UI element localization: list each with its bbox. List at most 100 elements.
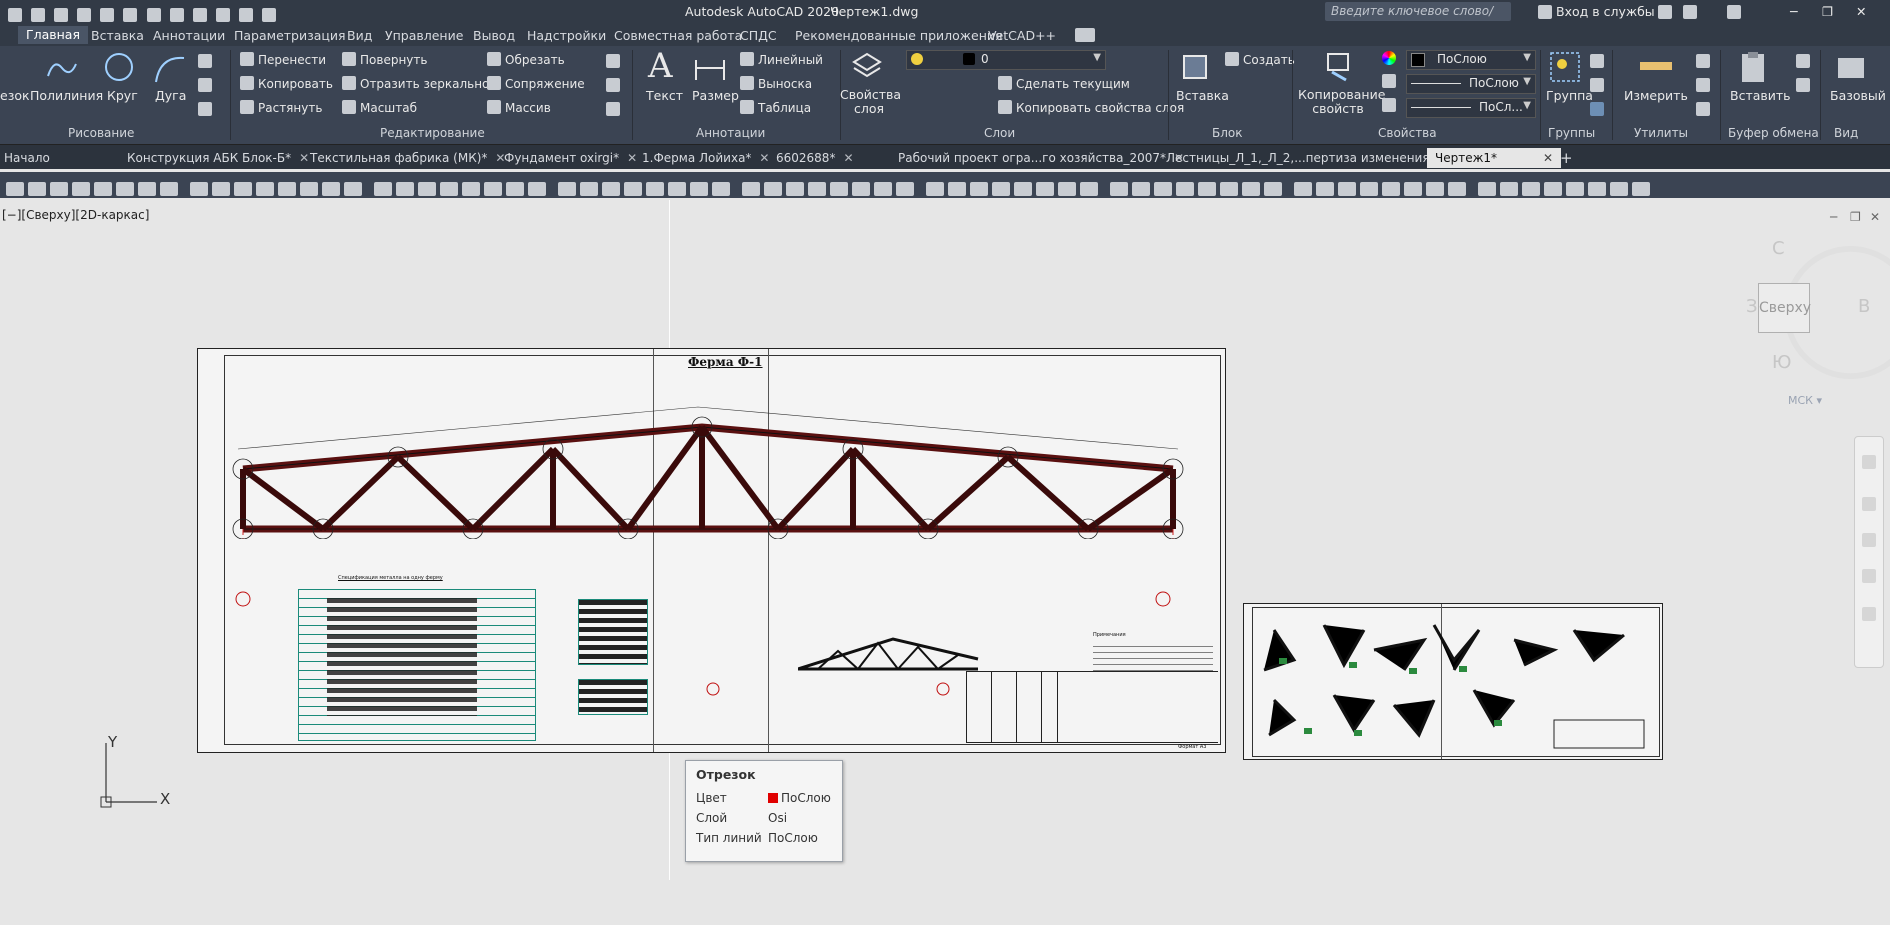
rotate-button[interactable]: Повернуть	[342, 52, 427, 67]
group-edit-icon[interactable]	[1590, 78, 1604, 92]
toolbar-tool-icon[interactable]	[580, 181, 598, 196]
circle-button[interactable]: Круг	[107, 88, 138, 103]
open-icon[interactable]	[54, 7, 69, 22]
showmotion-icon[interactable]	[1862, 607, 1876, 621]
file-tab[interactable]: Лестницы_Л_1,_Л_2,...пертиза изменения*✕	[1166, 148, 1454, 168]
ribbon-tab-home[interactable]: Главная	[18, 26, 88, 44]
cart-icon[interactable]	[1658, 5, 1672, 19]
toolbar-tool-icon[interactable]	[1316, 181, 1334, 196]
panel-label-annotation[interactable]: Аннотации	[696, 126, 765, 140]
file-tab[interactable]: Фундамент oxirgi* ✕	[504, 148, 637, 168]
toolbar-tool-icon[interactable]	[344, 181, 362, 196]
erase-icon[interactable]	[606, 54, 620, 68]
drawing-viewport[interactable]: [−][Сверху][2D-каркас] ─ ❐ ✕ Ферма Ф-1 С…	[0, 200, 1890, 925]
save-web-icon[interactable]	[146, 7, 161, 22]
offset-icon[interactable]	[606, 102, 620, 116]
ucs-menu[interactable]: МСК ▾	[1788, 394, 1822, 407]
panel-label-groups[interactable]: Группы	[1548, 126, 1595, 140]
panel-label-properties[interactable]: Свойства	[1378, 126, 1437, 140]
toolbar-tool-icon[interactable]	[484, 181, 502, 196]
toolbar-tool-icon[interactable]	[786, 181, 804, 196]
copy-button[interactable]: Копировать	[240, 76, 333, 91]
toolbar-tool-icon[interactable]	[1036, 181, 1054, 196]
toolbar-tool-icon[interactable]	[1198, 181, 1216, 196]
toolbar-tool-icon[interactable]	[992, 181, 1010, 196]
toolbar-tool-icon[interactable]	[624, 181, 642, 196]
base-view-button[interactable]: Базовый	[1830, 88, 1886, 103]
app-menu-icon[interactable]	[8, 7, 22, 22]
close-icon[interactable]: ✕	[1870, 210, 1880, 224]
toolbar-tool-icon[interactable]	[1242, 181, 1260, 196]
layer-dropdown[interactable]: 0 ▼	[906, 50, 1106, 70]
customize-qat-icon[interactable]	[262, 7, 277, 22]
restore-icon[interactable]: ❐	[1850, 210, 1861, 224]
signin-button[interactable]: Вход в службы	[1556, 4, 1655, 19]
polyline-button[interactable]: Полилиния	[30, 88, 103, 103]
toolbar-tool-icon[interactable]	[212, 181, 230, 196]
scale-button[interactable]: Масштаб	[342, 100, 417, 115]
toolbar-tool-icon[interactable]	[396, 181, 414, 196]
group-button[interactable]: Группа	[1546, 88, 1593, 103]
toolbar-tool-icon[interactable]	[138, 181, 156, 196]
toolbar-tool-icon[interactable]	[1404, 181, 1422, 196]
toolbar-tool-icon[interactable]	[190, 181, 208, 196]
copy-clip-icon[interactable]	[1796, 78, 1810, 92]
toolbar-tool-icon[interactable]	[322, 181, 340, 196]
color-wheel-icon[interactable]	[1382, 51, 1396, 65]
ribbon-tab-collaborate[interactable]: Совместная работа	[614, 28, 742, 43]
color-dropdown[interactable]: ПоСлою ▼	[1406, 50, 1536, 70]
rectangle-icon[interactable]	[198, 54, 212, 68]
toolbar-tool-icon[interactable]	[94, 181, 112, 196]
close-icon[interactable]: ✕	[1856, 4, 1866, 19]
toolbar-tool-icon[interactable]	[1448, 181, 1466, 196]
toolbar-tool-icon[interactable]	[1478, 181, 1496, 196]
toolbar-tool-icon[interactable]	[1360, 181, 1378, 196]
toolbar-tool-icon[interactable]	[28, 181, 46, 196]
toolbar-tool-icon[interactable]	[668, 181, 686, 196]
orbit-icon[interactable]	[1862, 569, 1876, 583]
undo-icon[interactable]	[192, 7, 207, 22]
explode-icon[interactable]	[606, 78, 620, 92]
toolbar-tool-icon[interactable]	[160, 181, 178, 196]
panel-label-layers[interactable]: Слои	[984, 126, 1015, 140]
save-as-icon[interactable]	[100, 7, 115, 22]
table-button[interactable]: Таблица	[740, 100, 811, 115]
toolbar-tool-icon[interactable]	[1426, 181, 1444, 196]
panel-label-draw[interactable]: Рисование	[68, 126, 134, 140]
toolbar-tool-icon[interactable]	[948, 181, 966, 196]
toolbar-tool-icon[interactable]	[72, 181, 90, 196]
toolbar-tool-icon[interactable]	[234, 181, 252, 196]
toolbar-tool-icon[interactable]	[602, 181, 620, 196]
toolbar-tool-icon[interactable]	[808, 181, 826, 196]
measure-button[interactable]: Измерить	[1624, 88, 1688, 103]
redo-icon[interactable]	[215, 7, 230, 22]
plot-icon[interactable]	[169, 7, 184, 22]
drawing-sheet-main[interactable]: Ферма Ф-1 Спецификация металла на одну ф…	[197, 348, 1226, 753]
line-button[interactable]: езок	[0, 88, 30, 103]
maximize-icon[interactable]: ❐	[1822, 4, 1833, 19]
linetype-dropdown[interactable]: ПоСл... ▼	[1406, 98, 1536, 118]
panel-label-modify[interactable]: Редактирование	[380, 126, 485, 140]
toolbar-tool-icon[interactable]	[1014, 181, 1032, 196]
lineweight-dropdown[interactable]: ПоСлою ▼	[1406, 74, 1536, 94]
toolbar-tool-icon[interactable]	[1154, 181, 1172, 196]
toolbar-tool-icon[interactable]	[506, 181, 524, 196]
user-icon[interactable]	[1538, 5, 1552, 19]
ribbon-tab-view[interactable]: Вид	[347, 28, 372, 43]
paste-button[interactable]: Вставить	[1730, 88, 1791, 103]
ribbon-tab-output[interactable]: Вывод	[473, 28, 515, 43]
panel-label-view[interactable]: Вид	[1834, 126, 1858, 140]
text-button[interactable]: Текст	[646, 88, 683, 103]
toolbar-tool-icon[interactable]	[1080, 181, 1098, 196]
create-block-button[interactable]: Создать	[1225, 52, 1295, 67]
toolbar-tool-icon[interactable]	[1338, 181, 1356, 196]
viewcube-south[interactable]: Ю	[1772, 352, 1791, 373]
linear-dim-button[interactable]: Линейный	[740, 52, 823, 67]
toolbar-tool-icon[interactable]	[1566, 181, 1584, 196]
panel-label-clipboard[interactable]: Буфер обмена	[1728, 126, 1819, 140]
hatch-icon[interactable]	[198, 78, 212, 92]
toolbar-tool-icon[interactable]	[374, 181, 392, 196]
open-web-icon[interactable]	[123, 7, 138, 22]
toolbar-tool-icon[interactable]	[1544, 181, 1562, 196]
ribbon-tab-spds[interactable]: СПДС	[740, 28, 777, 43]
